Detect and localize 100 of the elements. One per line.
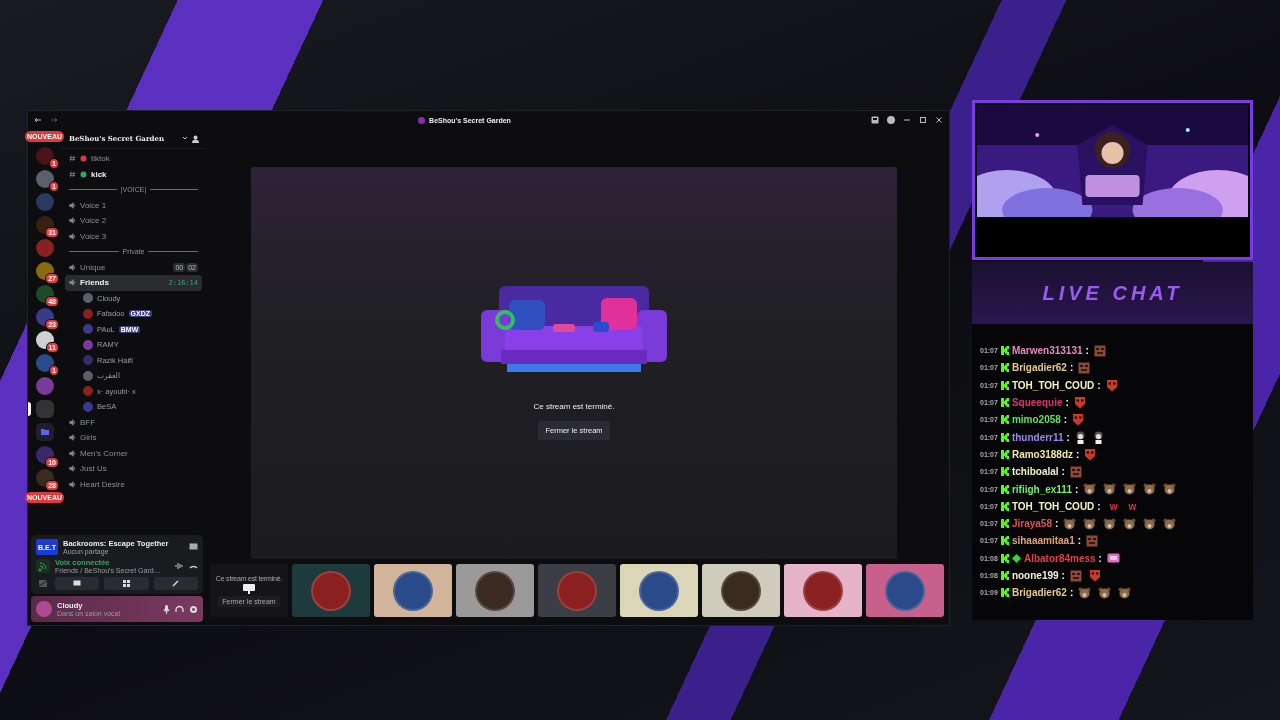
add-member-icon[interactable]: [192, 134, 200, 143]
separator: :: [1098, 552, 1102, 564]
avatar: [393, 570, 433, 611]
speaker-icon: [69, 217, 76, 225]
channel-item[interactable]: tiktok: [65, 151, 202, 167]
kick-logo-icon: [1000, 484, 1009, 494]
voice-channel[interactable]: Heart Desire: [65, 476, 202, 492]
share-screen-button[interactable]: [55, 577, 100, 590]
participant-tile[interactable]: [456, 564, 534, 617]
signal-icon: [36, 559, 50, 573]
kick-logo-icon: [1000, 553, 1009, 563]
microphone-icon[interactable]: [163, 604, 170, 614]
dot-icon: [80, 170, 87, 178]
screen-icon: [243, 583, 255, 594]
server-icon[interactable]: [35, 285, 54, 303]
close-icon[interactable]: [935, 116, 943, 124]
voice-channel[interactable]: Men's Corner: [65, 445, 202, 461]
voice-channel[interactable]: Voice 2: [65, 213, 202, 229]
sticker-emote-icon: [1106, 553, 1120, 564]
chevron-icon[interactable]: [182, 136, 188, 141]
bear-emote-icon: [1163, 517, 1177, 530]
face-emote-icon: [1078, 361, 1091, 374]
soundboard-button[interactable]: [153, 577, 198, 590]
server-icon[interactable]: [35, 446, 54, 464]
maximize-icon[interactable]: [919, 116, 927, 124]
hash-icon: [69, 170, 76, 178]
bear-emote-icon: [1083, 483, 1097, 495]
voice-channel[interactable]: Voice 3: [65, 228, 202, 244]
diamond-badge-icon: [1011, 553, 1021, 563]
bear-emote-icon: [1118, 586, 1132, 599]
inbox-icon[interactable]: [871, 116, 879, 124]
mask-emote-icon: [1073, 396, 1086, 410]
chibi-emote-icon: [1092, 430, 1104, 444]
avatar: [83, 324, 93, 335]
server-icon[interactable]: [35, 469, 54, 487]
chat-title: LIVE CHAT: [1042, 281, 1183, 305]
separator: :: [1069, 587, 1074, 599]
separator: :: [1054, 518, 1059, 530]
participant-tile[interactable]: [620, 564, 698, 617]
mask-emote-icon: [1088, 569, 1101, 582]
voice-channel[interactable]: BFF: [65, 414, 202, 430]
participant-tile[interactable]: [866, 564, 944, 617]
speaker-icon: [69, 434, 76, 442]
face-emote-icon: [1069, 465, 1082, 478]
server-icon[interactable]: [35, 331, 54, 349]
headphones-icon[interactable]: [175, 604, 184, 614]
voice-channel[interactable]: Voice 1: [65, 197, 202, 213]
speaker-icon: [69, 480, 76, 488]
bear-emote-icon: [1163, 483, 1177, 495]
kick-logo-icon: [1000, 588, 1009, 598]
avatar: [83, 355, 93, 366]
separator: :: [1077, 535, 1082, 547]
voice-channel[interactable]: Girls: [65, 430, 202, 446]
separator: :: [1066, 431, 1070, 443]
bear-emote-icon: [1123, 483, 1137, 495]
chat-username: tchiboalal: [1011, 466, 1059, 478]
minimize-icon[interactable]: [903, 116, 911, 124]
separator: :: [1061, 466, 1065, 478]
avatar: [475, 570, 515, 611]
message-text: w: [1109, 500, 1118, 512]
avatar: [83, 308, 93, 319]
help-icon[interactable]: [887, 116, 895, 124]
participant-tile[interactable]: [702, 564, 780, 617]
soundboard-icon[interactable]: [175, 562, 184, 570]
participant-tile[interactable]: [374, 564, 452, 617]
hang-up-icon[interactable]: [189, 563, 198, 569]
server-icon[interactable]: [35, 308, 54, 326]
separator: :: [1074, 483, 1079, 495]
avatar: [83, 386, 93, 397]
speaker-icon: [69, 279, 76, 287]
separator: :: [1076, 448, 1080, 460]
separator: :: [1097, 379, 1101, 391]
bear-emote-icon: [1063, 517, 1077, 530]
forward-arrow-icon[interactable]: [50, 117, 58, 123]
voice-channel[interactable]: Just Us: [65, 461, 202, 477]
stream-ended-message: Ce stream est terminé.: [533, 402, 615, 411]
kick-logo-icon: [1000, 536, 1009, 546]
kick-logo-icon: [1000, 432, 1009, 442]
screen-share-icon[interactable]: [189, 543, 198, 551]
settings-icon[interactable]: [189, 604, 198, 614]
chat-username: Brigadier62: [1011, 587, 1067, 599]
participant-tile[interactable]: [292, 564, 370, 617]
avatar: [803, 570, 843, 611]
back-arrow-icon[interactable]: [34, 117, 42, 123]
bear-emote-icon: [1123, 517, 1137, 530]
participant-tile[interactable]: [538, 564, 616, 617]
server-icon[interactable]: [35, 262, 54, 280]
server-icon[interactable]: [35, 216, 54, 234]
bear-emote-icon: [1103, 483, 1117, 495]
chat-username: noone199: [1011, 570, 1059, 581]
folder-icon[interactable]: [35, 423, 54, 441]
chat-username: Ramo3188dz: [1011, 448, 1074, 460]
participant-tile[interactable]: [784, 564, 862, 617]
hash-icon: [69, 155, 76, 163]
activities-button[interactable]: [104, 577, 149, 590]
channel-item[interactable]: kick: [65, 166, 202, 182]
kick-logo-icon: [1000, 449, 1009, 459]
speaker-icon: [69, 418, 76, 426]
separator: :: [1097, 500, 1101, 512]
mask-emote-icon: [1084, 447, 1097, 461]
